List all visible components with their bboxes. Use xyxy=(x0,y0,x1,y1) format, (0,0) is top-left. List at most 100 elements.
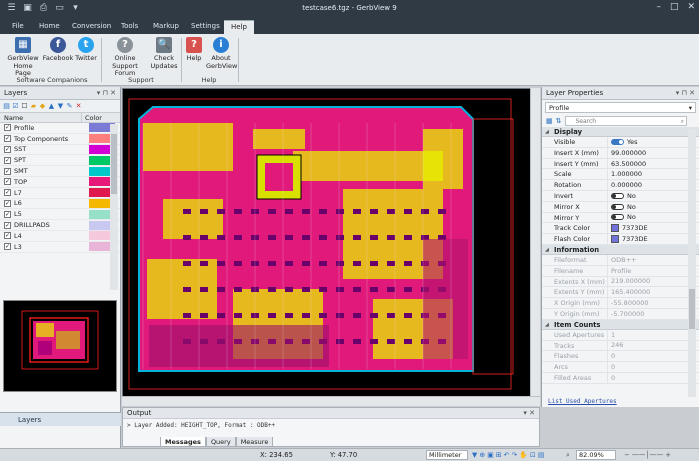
layer-checkbox[interactable]: ✓ xyxy=(4,178,11,186)
layer-checkbox[interactable]: ✓ xyxy=(4,243,11,251)
layer-checkbox[interactable]: ✓ xyxy=(4,232,11,240)
unit-select[interactable]: Millimeter xyxy=(426,450,468,460)
list-used-apertures-link[interactable]: List Used Apertures xyxy=(548,398,617,405)
property-row[interactable]: Mirror Y No xyxy=(542,212,699,224)
layer-row[interactable]: ✓ L6 xyxy=(0,198,120,210)
layer-checkbox[interactable]: ✓ xyxy=(4,145,11,153)
property-row[interactable]: Extents Y (mm) 165.400000 xyxy=(542,287,699,299)
categorized-icon[interactable]: ▦ xyxy=(546,117,553,125)
tab-query[interactable]: Query xyxy=(205,437,236,447)
tab-markup[interactable]: Markup xyxy=(153,20,179,34)
column-color[interactable]: Color xyxy=(82,113,120,122)
zoom-slider[interactable]: − ——│—— + xyxy=(624,449,671,461)
wrench-icon[interactable]: ✎ xyxy=(66,102,73,110)
status-tool-icons[interactable]: ▼ ⊕ ▣ ⊞ ↶ ↷ ✋ ⊡ ▤ xyxy=(472,449,544,461)
property-row[interactable]: Insert X (mm) 99.000000 xyxy=(542,147,699,159)
property-row[interactable]: Y Origin (mm) -5.700000 xyxy=(542,308,699,320)
property-row[interactable]: Extents X (mm) 219.000000 xyxy=(542,276,699,288)
check-updates-button[interactable]: 🔍 Check Updates xyxy=(149,37,179,70)
property-section-display[interactable]: Display xyxy=(542,127,699,137)
layers-icon[interactable]: ▤ xyxy=(3,102,10,110)
uncheck-all-icon[interactable]: ☐ xyxy=(21,102,28,110)
tab-home[interactable]: Home xyxy=(39,20,60,34)
folder-icon[interactable]: ▰ xyxy=(30,102,37,110)
property-section-item-counts[interactable]: Item Counts xyxy=(542,319,699,330)
layer-row[interactable]: ✓ DRILLPADS xyxy=(0,220,120,231)
gerbview-home-page-button[interactable]: ▦ GerbView Home Page xyxy=(6,37,40,78)
layer-row[interactable]: ✓ L3 xyxy=(0,242,120,253)
layer-row[interactable]: ✓ L7 xyxy=(0,188,120,199)
layer-row[interactable]: ✓ L4 xyxy=(0,231,120,242)
property-row[interactable]: Arcs 0 xyxy=(542,362,699,373)
property-row[interactable]: Rotation 0.000000 xyxy=(542,180,699,191)
layer-row[interactable]: ✓ TOP xyxy=(0,177,120,188)
properties-search-input[interactable]: Search ⌕ xyxy=(564,116,687,126)
layer-row[interactable]: ✓ Top Components xyxy=(0,134,120,145)
layer-checkbox[interactable]: ✓ xyxy=(4,210,11,218)
zoom-icon[interactable]: ⌕ xyxy=(566,449,570,461)
tab-file[interactable]: File xyxy=(12,20,24,34)
layer-checkbox[interactable]: ✓ xyxy=(4,167,11,175)
layer-row[interactable]: ✓ SST xyxy=(0,144,120,156)
layer-checkbox[interactable]: ✓ xyxy=(4,124,11,132)
tab-tools[interactable]: Tools xyxy=(121,20,138,34)
layer-row[interactable]: ✓ Profile xyxy=(0,123,120,134)
tab-measure[interactable]: Measure xyxy=(235,437,274,447)
property-row[interactable]: Visible Yes xyxy=(542,137,699,148)
delete-icon[interactable]: ✕ xyxy=(75,102,82,110)
maximize-icon[interactable]: □ xyxy=(670,2,679,12)
zoom-select[interactable]: 82.09% xyxy=(576,450,616,460)
move-up-icon[interactable]: ▲ xyxy=(48,102,55,110)
properties-scrollbar[interactable] xyxy=(688,129,696,397)
layer-checkbox[interactable]: ✓ xyxy=(4,189,11,197)
close-icon[interactable]: ✕ xyxy=(687,2,695,12)
property-row[interactable]: Flashes 0 xyxy=(542,351,699,363)
canvas-horizontal-scrollbar[interactable] xyxy=(122,396,540,406)
color-swatch[interactable] xyxy=(611,224,619,233)
scroll-thumb[interactable] xyxy=(689,289,695,329)
tab-messages[interactable]: Messages xyxy=(160,437,206,447)
toggle-switch[interactable] xyxy=(611,138,624,145)
property-row[interactable]: X Origin (mm) -55.800000 xyxy=(542,298,699,309)
property-row[interactable]: Flash Color 7373DE xyxy=(542,234,699,245)
board-overview[interactable] xyxy=(3,300,117,392)
property-row[interactable]: Insert Y (mm) 63.500000 xyxy=(542,158,699,170)
minimize-icon[interactable]: – xyxy=(656,2,661,12)
toggle-switch[interactable] xyxy=(611,203,624,210)
about-gerbview-button[interactable]: i About GerbView xyxy=(206,37,237,70)
pin-icon[interactable]: ▾ ⊓ ✕ xyxy=(97,87,116,100)
twitter-button[interactable]: t Twitter xyxy=(74,37,98,63)
column-name[interactable]: Name xyxy=(0,113,82,122)
help-button[interactable]: ? Help xyxy=(183,37,205,63)
tab-help[interactable]: Help xyxy=(224,20,254,34)
layer-checkbox[interactable]: ✓ xyxy=(4,221,11,229)
property-row[interactable]: Track Color 7373DE xyxy=(542,223,699,235)
layer-checkbox[interactable]: ✓ xyxy=(4,156,11,164)
toggle-switch[interactable] xyxy=(611,214,624,221)
layer-row[interactable]: ✓ L5 xyxy=(0,209,120,221)
property-row[interactable]: Used Apertures 1 xyxy=(542,329,699,341)
property-section-information[interactable]: Information xyxy=(542,244,699,255)
canvas-vertical-scrollbar[interactable] xyxy=(530,88,540,396)
tab-settings[interactable]: Settings xyxy=(191,20,220,34)
tab-conversion[interactable]: Conversion xyxy=(72,20,111,34)
property-row[interactable]: Fileformat ODB++ xyxy=(542,254,699,266)
layer-checkbox[interactable]: ✓ xyxy=(4,199,11,207)
layer-row[interactable]: ✓ SMT xyxy=(0,166,120,177)
property-row[interactable]: Filled Areas 0 xyxy=(542,372,699,384)
property-row[interactable]: Tracks 246 xyxy=(542,340,699,352)
layer-row[interactable]: ✓ SPT xyxy=(0,155,120,167)
property-row[interactable]: Invert No xyxy=(542,190,699,202)
color-swatch[interactable] xyxy=(611,235,619,244)
color-icon[interactable]: ◆ xyxy=(39,102,46,110)
scroll-thumb[interactable] xyxy=(111,134,117,194)
gerber-canvas[interactable] xyxy=(122,88,540,406)
layer-checkbox[interactable]: ✓ xyxy=(4,135,11,143)
pin-icon[interactable]: ▾ ⊓ ✕ xyxy=(676,87,695,100)
sort-icon[interactable]: ⇅ xyxy=(556,117,562,125)
online-support-forum-button[interactable]: ? Online Support Forum xyxy=(102,37,148,78)
toggle-switch[interactable] xyxy=(611,192,624,199)
property-row[interactable]: Mirror X No xyxy=(542,201,699,213)
layers-scrollbar[interactable] xyxy=(110,124,118,290)
layer-select[interactable]: Profile ▾ xyxy=(545,102,696,113)
